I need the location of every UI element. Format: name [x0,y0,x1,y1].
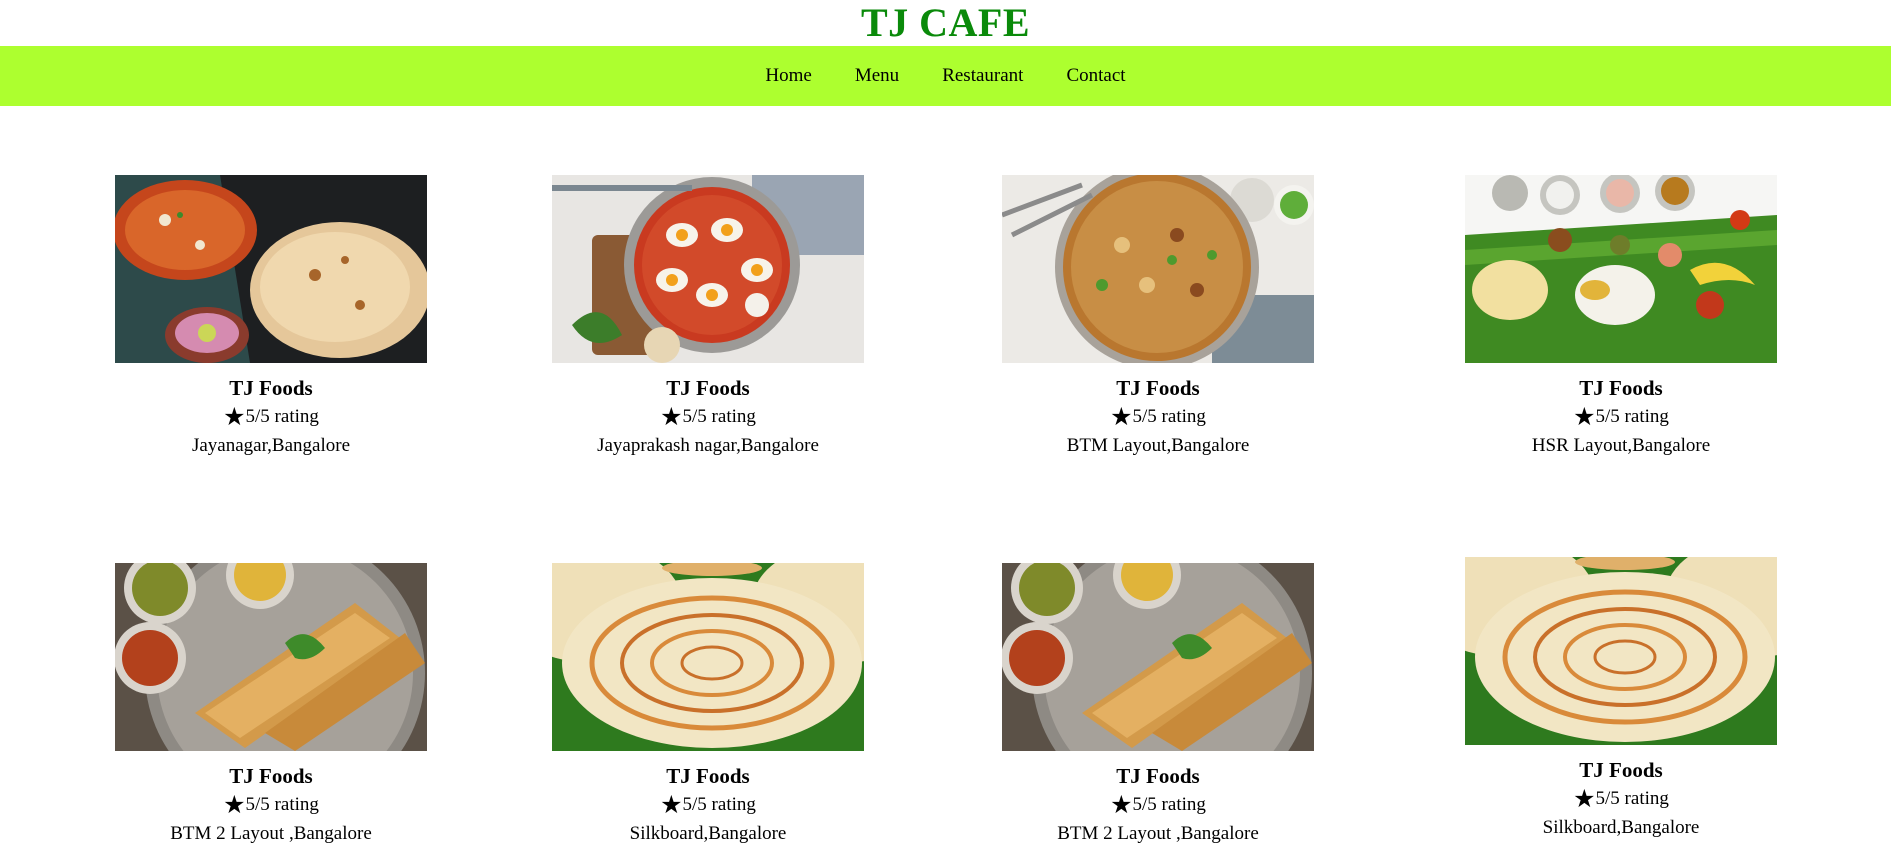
card-location: Jayaprakash nagar,Bangalore [597,435,819,456]
card-rating: ★ 5/5 rating [1002,790,1314,820]
star-icon: ★ [1110,790,1133,819]
nav-home-link[interactable]: Home [765,65,811,87]
restaurant-card[interactable]: TJ Foods ★ 5/5 rating BTM 2 Layout ,Banga… [1002,563,1314,848]
restaurant-card[interactable]: TJ Foods ★ 5/5 rating Silkboard,Bangalore [1465,557,1777,842]
cafe-title: TJ CAFE [860,0,1031,45]
card-rating: ★ 5/5 rating [552,790,864,820]
rating-text: 5/5 rating [1595,788,1669,809]
butter-chicken-naan-image [115,175,427,363]
card-title: TJ Foods [1116,376,1200,400]
star-icon: ★ [223,790,246,819]
paratha-image [1465,557,1777,745]
star-icon: ★ [1573,784,1596,813]
card-location: Silkboard,Bangalore [1542,817,1700,838]
card-rating: ★ 5/5 rating [1465,784,1777,814]
rating-text: 5/5 rating [245,406,319,427]
restaurant-card[interactable]: TJ Foods ★ 5/5 rating HSR Layout,Bangalor… [1465,175,1777,460]
card-location: BTM 2 Layout ,Bangalore [1057,823,1259,844]
card-title: TJ Foods [229,764,313,788]
card-rating: ★ 5/5 rating [115,402,427,432]
card-location: BTM 2 Layout ,Bangalore [170,823,372,844]
masala-dosa-image [115,563,427,751]
biryani-plate-image [1002,175,1314,363]
star-icon: ★ [660,790,683,819]
restaurant-card[interactable]: TJ Foods ★ 5/5 rating BTM Layout,Bangalor… [1002,175,1314,460]
card-location: HSR Layout,Bangalore [1531,435,1711,456]
star-icon: ★ [223,402,246,431]
star-icon: ★ [1573,402,1596,431]
masala-dosa-image [1002,563,1314,751]
card-rating: ★ 5/5 rating [552,402,864,432]
card-location: Jayanagar,Bangalore [191,435,351,456]
banana-leaf-meals-image [1465,175,1777,363]
card-location: Silkboard,Bangalore [629,823,787,844]
nav-menu-link[interactable]: Menu [855,65,899,87]
restaurant-card[interactable]: TJ Foods ★ 5/5 rating Jayanagar,Bangalore [115,175,427,460]
rating-text: 5/5 rating [245,794,319,815]
card-title: TJ Foods [229,376,313,400]
card-rating: ★ 5/5 rating [1002,402,1314,432]
card-title: TJ Foods [666,376,750,400]
page-title: TJ CAFE [0,0,1891,46]
nav-restaurant-link[interactable]: Restaurant [942,65,1023,87]
rating-text: 5/5 rating [1595,406,1669,427]
card-title: TJ Foods [1116,764,1200,788]
rating-text: 5/5 rating [682,406,756,427]
card-title: TJ Foods [666,764,750,788]
star-icon: ★ [1110,402,1133,431]
restaurant-card[interactable]: TJ Foods ★ 5/5 rating Jayaprakash nagar,B… [552,175,864,460]
card-rating: ★ 5/5 rating [115,790,427,820]
card-rating: ★ 5/5 rating [1465,402,1777,432]
navbar: Home Menu Restaurant Contact [0,46,1891,106]
rating-text: 5/5 rating [1132,794,1206,815]
egg-curry-pan-image [552,175,864,363]
rating-text: 5/5 rating [1132,406,1206,427]
card-location: BTM Layout,Bangalore [1066,435,1250,456]
restaurant-card[interactable]: TJ Foods ★ 5/5 rating Silkboard,Bangalore [552,563,864,848]
restaurant-card[interactable]: TJ Foods ★ 5/5 rating BTM 2 Layout ,Banga… [115,563,427,848]
star-icon: ★ [660,402,683,431]
rating-text: 5/5 rating [682,794,756,815]
nav-contact-link[interactable]: Contact [1066,65,1125,87]
card-title: TJ Foods [1579,376,1663,400]
card-title: TJ Foods [1579,758,1663,782]
paratha-image [552,563,864,751]
